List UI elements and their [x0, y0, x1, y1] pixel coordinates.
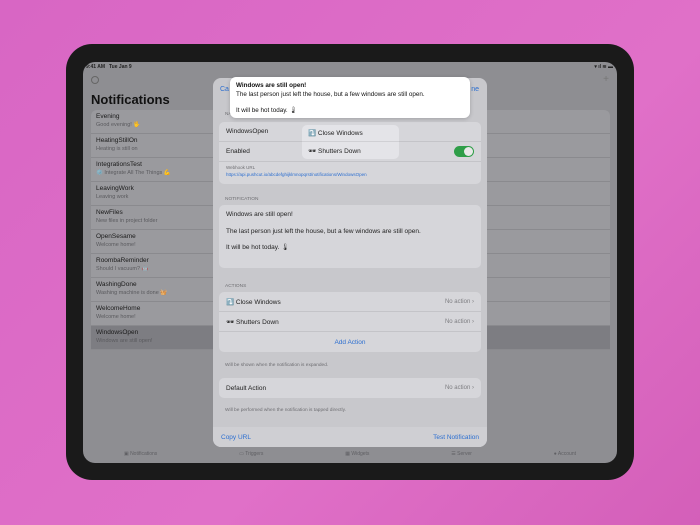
action-context-menu: ⤵️ Close Windows 🕶 Shutters Down [302, 125, 399, 159]
tab-server[interactable]: ☰ Server [451, 451, 472, 457]
name-value: WindowsOpen [226, 128, 269, 135]
tab-label: Server [457, 451, 472, 457]
default-action-note: Will be performed when the notification … [225, 408, 346, 413]
tab-label: Triggers [245, 451, 264, 457]
action-row[interactable]: 🕶 Shutters Down No action › [219, 312, 481, 332]
action-value: No action [444, 298, 471, 305]
webhook-label: Webhook URL [226, 165, 256, 170]
cancel-button[interactable]: Ca [220, 86, 229, 93]
copy-url-button[interactable]: Copy URL [221, 434, 251, 441]
enabled-label: Enabled [226, 148, 250, 155]
action-label: ⤵️ Close Windows [226, 298, 281, 306]
webhook-url-link[interactable]: https://api.pushcut.io/abcdefghijklmnopq… [226, 172, 474, 177]
add-action-button[interactable]: Add Action [219, 332, 481, 352]
tab-triggers[interactable]: ▭ Triggers [239, 451, 263, 457]
actions-section-label: ACTIONS [225, 284, 247, 289]
actions-card: ⤵️ Close Windows No action › 🕶 Shutters D… [219, 292, 481, 352]
add-icon[interactable]: + [603, 74, 609, 85]
action-label: 🕶 Shutters Down [226, 318, 279, 326]
tab-label: Notifications [130, 451, 158, 457]
tab-label: Account [557, 451, 576, 457]
banner-extra: It will be hot today. 🌡 [236, 107, 298, 114]
menu-item-close-windows[interactable]: ⤵️ Close Windows [302, 125, 399, 142]
default-action-label: Default Action [226, 384, 267, 392]
menu-item-shutters-down[interactable]: 🕶 Shutters Down [302, 142, 399, 159]
notif-title: Windows are still open! [226, 211, 293, 218]
default-action-card: Default Action No action › [219, 378, 481, 398]
modal-footer: Copy URL Test Notification [213, 427, 487, 447]
page-title: Notifications [91, 92, 170, 107]
default-action-value: No action [444, 385, 471, 391]
notification-preview-banner[interactable]: Windows are still open! The last person … [230, 77, 470, 118]
action-value: No action [444, 318, 471, 325]
notif-extra: It will be hot today. 🌡 [226, 244, 290, 251]
test-notification-button[interactable]: Test Notification [433, 434, 479, 441]
notification-section-label: NOTIFICATION [225, 197, 259, 202]
banner-body: The last person just left the house, but… [236, 90, 425, 98]
status-date: Tue Jan 9 [109, 64, 132, 70]
tab-label: Widgets [351, 451, 370, 457]
enabled-toggle[interactable] [454, 146, 474, 157]
more-button[interactable] [91, 76, 99, 84]
banner-title: Windows are still open! [236, 82, 307, 89]
tab-notifications[interactable]: ▣ Notifications [124, 451, 157, 457]
action-row[interactable]: ⤵️ Close Windows No action › [219, 292, 481, 312]
notif-body: The last person just left the house, but… [226, 227, 421, 235]
actions-note: Will be shown when the notification is e… [225, 363, 329, 368]
notification-text-area[interactable]: Windows are still open! The last person … [219, 205, 481, 268]
screen: 9:41 AM Tue Jan 9 ▾ ıl ≋ ▬ + Notificatio… [83, 62, 617, 463]
tab-account[interactable]: ● Account [554, 451, 576, 457]
default-action-row[interactable]: Default Action No action › [219, 378, 481, 398]
done-button[interactable]: ne [471, 86, 479, 93]
status-time: 9:41 AM [86, 64, 105, 70]
status-icons: ▾ ıl ≋ ▬ [594, 64, 613, 70]
tab-bar: ▣ Notifications ▭ Triggers ▦ Widgets ☰ S… [83, 445, 617, 463]
tab-widgets[interactable]: ▦ Widgets [345, 451, 369, 457]
